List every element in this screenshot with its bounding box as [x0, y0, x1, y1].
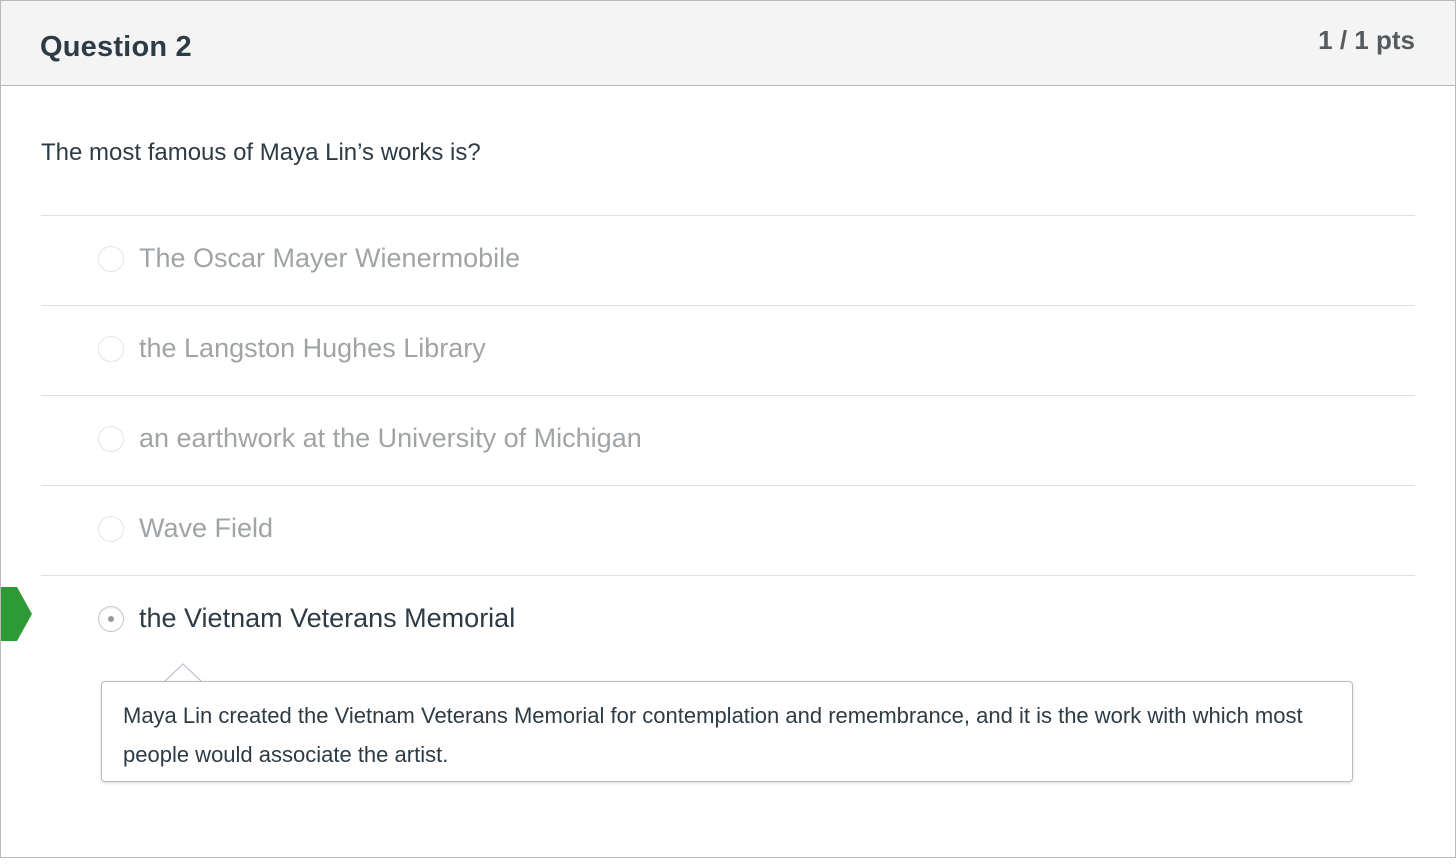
- answer-option-3[interactable]: an earthwork at the University of Michig…: [41, 395, 1415, 485]
- points-score: 1 / 1 pts: [1318, 25, 1415, 55]
- radio-button[interactable]: [98, 516, 124, 542]
- question-title: Question 2: [40, 31, 192, 63]
- answer-option-1[interactable]: The Oscar Mayer Wienermobile: [41, 215, 1415, 305]
- answer-feedback-box: Maya Lin created the Vietnam Veterans Me…: [101, 681, 1353, 782]
- radio-button[interactable]: [98, 246, 124, 272]
- answer-label: an earthwork at the University of Michig…: [139, 423, 642, 453]
- answer-label: the Langston Hughes Library: [139, 333, 486, 363]
- radio-button-selected[interactable]: [98, 606, 124, 632]
- answer-label: Wave Field: [139, 513, 274, 543]
- answer-option-4[interactable]: Wave Field: [41, 485, 1415, 575]
- feedback-text: Maya Lin created the Vietnam Veterans Me…: [123, 703, 1303, 767]
- answer-label: the Vietnam Veterans Memorial: [139, 603, 516, 633]
- answer-list: The Oscar Mayer Wienermobile the Langsto…: [41, 215, 1415, 665]
- question-header: Question 2 1 / 1 pts: [1, 1, 1455, 86]
- feedback-pointer-icon: [163, 663, 203, 683]
- answer-option-5[interactable]: the Vietnam Veterans Memorial: [41, 575, 1415, 665]
- answer-label: The Oscar Mayer Wienermobile: [139, 243, 521, 273]
- radio-button[interactable]: [98, 426, 124, 452]
- answer-option-2[interactable]: the Langston Hughes Library: [41, 305, 1415, 395]
- radio-button[interactable]: [98, 336, 124, 362]
- question-text: The most famous of Maya Lin’s works is?: [41, 139, 481, 166]
- quiz-question-card: Question 2 1 / 1 pts The most famous of …: [0, 0, 1456, 858]
